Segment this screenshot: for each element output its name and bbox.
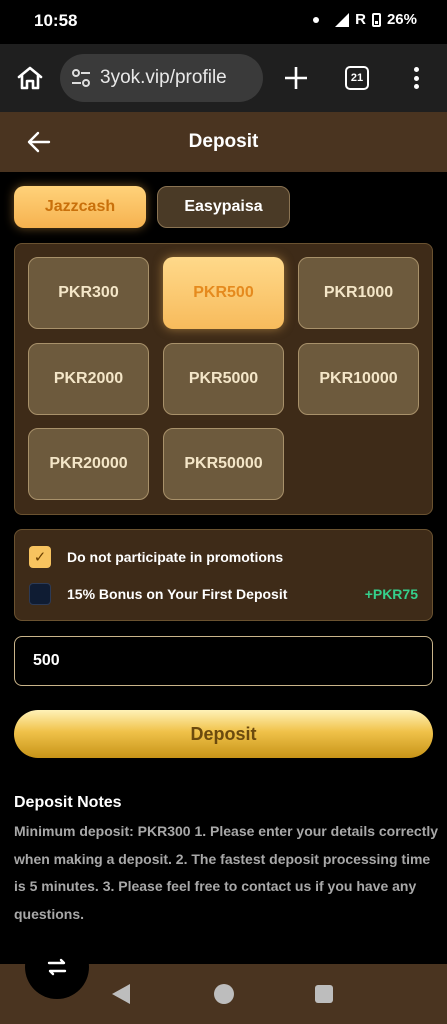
bonus-amount: +PKR75 bbox=[364, 586, 418, 602]
browser-toolbar: 3yok.vip/profile 21 bbox=[0, 44, 447, 112]
amount-option-pkr2000[interactable]: PKR2000 bbox=[28, 343, 149, 415]
battery-percent: 26% bbox=[386, 11, 417, 28]
amount-input[interactable] bbox=[14, 636, 433, 686]
amount-option-pkr1000[interactable]: PKR1000 bbox=[298, 257, 419, 329]
address-bar[interactable]: 3yok.vip/profile bbox=[60, 54, 263, 102]
home-icon[interactable] bbox=[14, 62, 46, 94]
signal-icon bbox=[335, 12, 350, 27]
no-promo-label: Do not participate in promotions bbox=[67, 549, 284, 565]
amount-presets-panel: PKR300 PKR500 PKR1000 PKR2000 PKR5000 PK… bbox=[14, 243, 433, 515]
deposit-button[interactable]: Deposit bbox=[14, 710, 433, 758]
page-title: Deposit bbox=[188, 131, 259, 152]
amount-option-pkr300[interactable]: PKR300 bbox=[28, 257, 149, 329]
amount-option-pkr5000[interactable]: PKR5000 bbox=[163, 343, 284, 415]
amount-option-pkr20000[interactable]: PKR20000 bbox=[28, 428, 149, 500]
roaming-indicator: R bbox=[355, 11, 366, 28]
status-bar: 10:58 R 26% bbox=[0, 0, 447, 44]
battery-icon bbox=[371, 12, 381, 27]
swap-icon bbox=[47, 958, 67, 976]
url-text: 3yok.vip/profile bbox=[100, 67, 227, 88]
first-bonus-checkbox[interactable] bbox=[29, 583, 51, 605]
tab-count: 21 bbox=[350, 72, 364, 84]
page-header: Deposit bbox=[0, 112, 447, 172]
deposit-notes-body: Minimum deposit: PKR300 1. Please enter … bbox=[14, 823, 439, 922]
amount-option-pkr50000[interactable]: PKR50000 bbox=[163, 428, 284, 500]
tab-jazzcash[interactable]: Jazzcash bbox=[14, 186, 146, 228]
no-promo-row[interactable]: ✓ Do not participate in promotions bbox=[29, 545, 418, 569]
nav-back-icon[interactable] bbox=[112, 984, 130, 1004]
first-bonus-label: 15% Bonus on Your First Deposit bbox=[67, 586, 288, 602]
nav-home-icon[interactable] bbox=[214, 984, 234, 1004]
site-settings-icon[interactable] bbox=[70, 67, 92, 89]
more-vert-icon[interactable] bbox=[408, 64, 424, 92]
nav-recents-icon[interactable] bbox=[315, 985, 333, 1003]
amount-option-pkr500[interactable]: PKR500 bbox=[163, 257, 284, 329]
promotion-options-panel: ✓ Do not participate in promotions 15% B… bbox=[14, 529, 433, 621]
new-tab-plus-icon[interactable] bbox=[282, 64, 310, 92]
status-time: 10:58 bbox=[34, 11, 78, 30]
status-icons: R 26% bbox=[313, 11, 417, 28]
amount-option-pkr10000[interactable]: PKR10000 bbox=[298, 343, 419, 415]
deposit-notes-title: Deposit Notes bbox=[14, 794, 122, 811]
notification-dot-icon bbox=[313, 16, 320, 23]
tab-switcher-button[interactable]: 21 bbox=[345, 66, 369, 90]
floating-swap-button[interactable] bbox=[25, 935, 89, 999]
tab-easypaisa[interactable]: Easypaisa bbox=[157, 186, 290, 228]
first-bonus-row[interactable]: 15% Bonus on Your First Deposit +PKR75 bbox=[29, 582, 418, 606]
no-promo-checkbox[interactable]: ✓ bbox=[29, 546, 51, 568]
